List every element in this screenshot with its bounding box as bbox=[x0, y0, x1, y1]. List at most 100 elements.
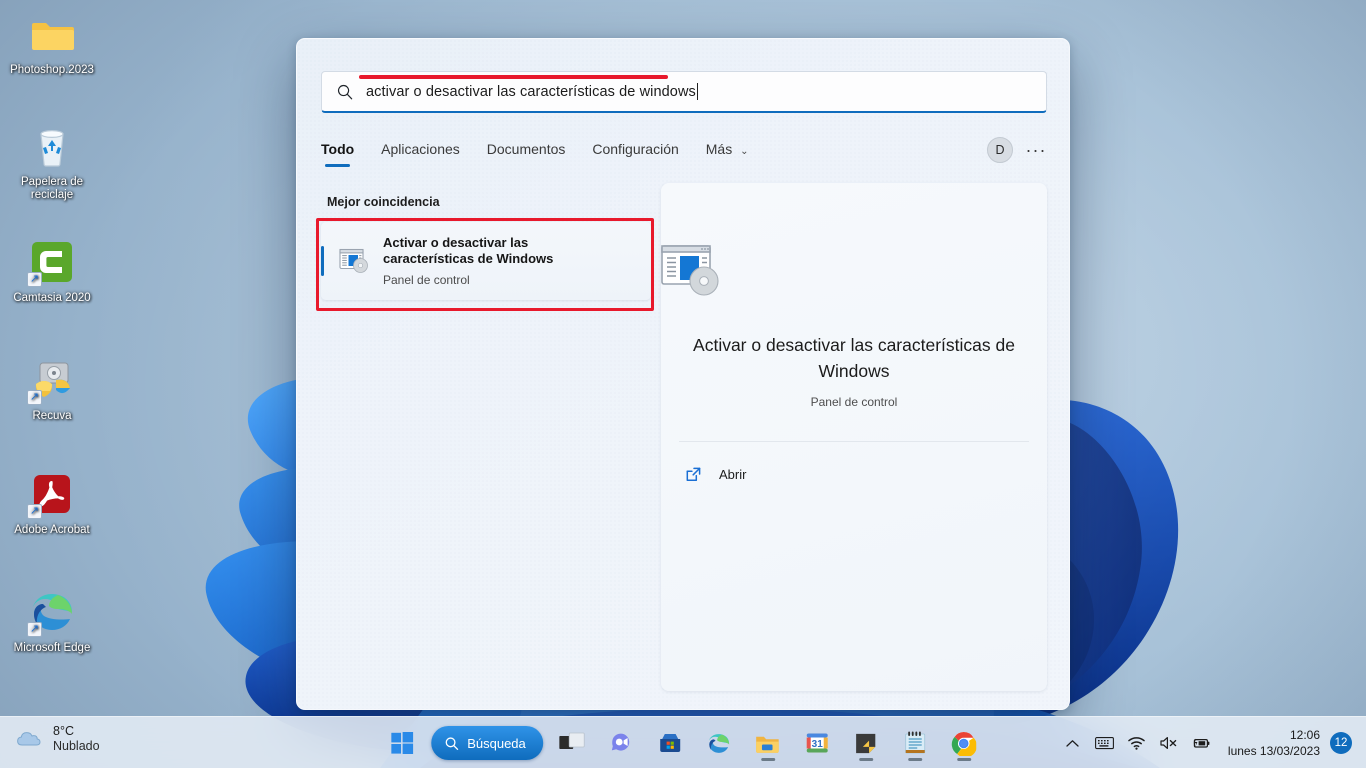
notification-badge[interactable]: 12 bbox=[1330, 732, 1352, 754]
open-external-icon bbox=[686, 467, 701, 481]
chevron-up-icon bbox=[1066, 739, 1080, 747]
taskbar: 8°C Nublado Búsqueda 31 12:06 lunes 13/0… bbox=[0, 716, 1366, 768]
more-options-button[interactable]: ··· bbox=[1023, 137, 1049, 163]
desktop-icon-label: Microsoft Edge bbox=[13, 642, 91, 654]
preview-separator bbox=[679, 441, 1029, 442]
wifi-icon bbox=[1128, 737, 1146, 750]
desktop-icon-papelera-de-reciclaje[interactable]: Papelera de reciclaje bbox=[4, 122, 100, 202]
microsoft-store-icon bbox=[659, 734, 680, 752]
result-subtitle: Panel de control bbox=[383, 272, 470, 287]
desktop-icon-microsoft-edge[interactable]: ↗ Microsoft Edge bbox=[4, 588, 100, 655]
calendar-icon: 31 bbox=[805, 733, 828, 753]
keyboard-icon bbox=[1095, 737, 1115, 750]
tray-icon-volume[interactable] bbox=[1154, 726, 1184, 760]
results-column: Mejor coincidencia Activar o desactivar … bbox=[321, 195, 651, 300]
desktop-icon-photoshop-2023[interactable]: Photoshop.2023 bbox=[4, 10, 100, 77]
desktop-icon-label: Photoshop.2023 bbox=[10, 64, 94, 76]
desktop-icon-adobe-acrobat[interactable]: ↗ Adobe Acrobat bbox=[4, 470, 100, 537]
recycle-bin-icon bbox=[28, 122, 76, 170]
file-explorer-icon bbox=[756, 736, 779, 753]
taskbar-search-button[interactable]: Búsqueda bbox=[431, 726, 543, 760]
task-view-icon bbox=[558, 732, 585, 749]
weather-text: 8°C Nublado bbox=[53, 724, 100, 754]
result-preview-pane: Activar o desactivar las características… bbox=[661, 183, 1047, 691]
tab-label: Configuración bbox=[592, 141, 679, 157]
shortcut-arrow-icon: ↗ bbox=[27, 504, 42, 519]
tray-icon-network[interactable] bbox=[1122, 726, 1152, 760]
tray-overflow-button[interactable] bbox=[1058, 726, 1088, 760]
tray-icon-battery[interactable] bbox=[1186, 726, 1216, 760]
taskbar-search-label: Búsqueda bbox=[467, 735, 526, 751]
taskbar-app-sticky-notes[interactable] bbox=[846, 723, 886, 763]
start-button[interactable] bbox=[382, 723, 422, 763]
taskbar-app-task-view[interactable] bbox=[552, 723, 592, 763]
windows-features-icon-large bbox=[661, 245, 719, 296]
sticky-notes-icon bbox=[856, 733, 876, 753]
tab-configuracion[interactable]: Configuración bbox=[592, 135, 678, 167]
tab-label: Documentos bbox=[486, 141, 566, 157]
more-options-icon: ··· bbox=[1025, 139, 1047, 160]
tab-aplicaciones[interactable]: Aplicaciones bbox=[381, 135, 460, 167]
taskbar-app-microsoft-edge[interactable] bbox=[699, 723, 739, 763]
action-open[interactable]: Abrir bbox=[679, 456, 1029, 492]
folder-icon bbox=[28, 10, 76, 58]
search-input-value: activar o desactivar las características… bbox=[366, 83, 696, 100]
weather-temperature: 8°C bbox=[53, 724, 74, 738]
tray-icon-keyboard[interactable] bbox=[1090, 726, 1120, 760]
text-caret bbox=[696, 83, 698, 100]
tab-label: Más bbox=[705, 141, 733, 157]
app-running-indicator bbox=[907, 758, 922, 761]
desktop-icon-recuva[interactable]: ↗ Recuva bbox=[4, 356, 100, 423]
app-running-indicator bbox=[760, 758, 775, 761]
svg-text:31: 31 bbox=[811, 739, 823, 750]
weather-condition: Nublado bbox=[53, 739, 100, 753]
avatar-initial: D bbox=[995, 143, 1005, 157]
taskbar-app-file-explorer[interactable] bbox=[748, 723, 788, 763]
result-title: Activar o desactivar las características… bbox=[383, 234, 554, 266]
search-icon bbox=[337, 84, 353, 99]
taskbar-app-microsoft-store[interactable] bbox=[650, 723, 690, 763]
speaker-muted-icon bbox=[1160, 737, 1177, 749]
shortcut-arrow-icon: ↗ bbox=[27, 390, 42, 405]
microsoft-edge-icon bbox=[708, 733, 730, 753]
app-running-indicator bbox=[956, 758, 971, 761]
query-annotation-underline bbox=[359, 75, 668, 79]
recuva-icon: ↗ bbox=[27, 356, 76, 405]
camtasia-icon: ↗ bbox=[27, 238, 76, 287]
taskbar-app-chat[interactable] bbox=[601, 723, 641, 763]
clock-date: lunes 13/03/2023 bbox=[1227, 744, 1320, 758]
desktop-icon-label: Recuva bbox=[32, 410, 72, 422]
taskbar-app-google-chrome[interactable] bbox=[944, 723, 984, 763]
windows-logo-icon bbox=[391, 732, 414, 754]
result-text: Activar o desactivar las características… bbox=[383, 235, 598, 288]
app-running-indicator bbox=[858, 758, 873, 761]
taskbar-center-cluster: Búsqueda 31 bbox=[382, 717, 984, 768]
desktop-icon-label: Papelera de reciclaje bbox=[20, 176, 84, 201]
shortcut-arrow-icon: ↗ bbox=[27, 622, 42, 637]
tab-documentos[interactable]: Documentos bbox=[487, 135, 566, 167]
chevron-down-icon: ⌄ bbox=[740, 146, 749, 157]
desktop-icon-label: Camtasia 2020 bbox=[13, 292, 91, 304]
search-flyout-panel: activar o desactivar las características… bbox=[296, 38, 1070, 710]
system-tray: 12:06 lunes 13/03/2023 12 bbox=[1058, 717, 1358, 768]
desktop-icon-camtasia-2020[interactable]: ↗ Camtasia 2020 bbox=[4, 238, 100, 305]
tab-label: Aplicaciones bbox=[381, 141, 460, 157]
taskbar-clock[interactable]: 12:06 lunes 13/03/2023 bbox=[1218, 727, 1328, 759]
taskbar-app-calendar[interactable]: 31 bbox=[797, 723, 837, 763]
preview-subtitle: Panel de control bbox=[810, 395, 898, 409]
battery-charging-icon bbox=[1193, 738, 1210, 748]
tab-todo[interactable]: Todo bbox=[321, 135, 354, 167]
chrome-icon bbox=[951, 731, 977, 756]
chat-icon bbox=[611, 733, 629, 751]
preview-title: Activar o desactivar las características… bbox=[693, 335, 1015, 381]
taskbar-app-notepad[interactable] bbox=[895, 723, 935, 763]
search-icon bbox=[445, 736, 459, 750]
microsoft-edge-icon: ↗ bbox=[27, 588, 76, 637]
shortcut-arrow-icon: ↗ bbox=[27, 272, 42, 287]
tab-label: Todo bbox=[321, 141, 355, 157]
result-item-windows-features[interactable]: Activar o desactivar las características… bbox=[321, 222, 651, 300]
tab-mas[interactable]: Más ⌄ bbox=[706, 135, 749, 167]
action-open-label: Abrir bbox=[719, 466, 747, 482]
avatar[interactable]: D bbox=[987, 137, 1013, 163]
taskbar-weather-widget[interactable]: 8°C Nublado bbox=[14, 724, 100, 754]
